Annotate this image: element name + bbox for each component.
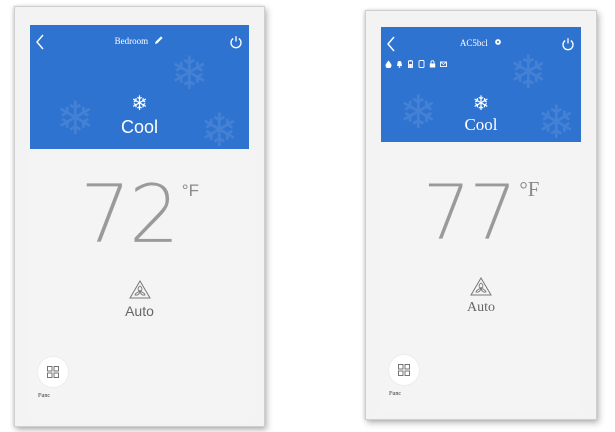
fan-icon [128,280,151,299]
bell-icon [396,55,403,68]
function-button[interactable]: Func [389,355,419,397]
battery-icon [407,55,414,68]
mode-header: ❄ ❄ ❄ Bedroom ❄ Cool [30,25,249,149]
temperature-value: 77 [422,168,517,257]
gear-icon[interactable] [494,38,502,48]
function-button-circle[interactable] [38,357,68,387]
fan-label: Auto [467,300,495,315]
phone-frame-ac5bcl: ❄ ❄ ❄ AC5bcl ❄ Cool 77 °F Auto Func [365,10,597,420]
fan-speed-control[interactable]: Auto [381,277,581,316]
status-icon-row [385,54,447,69]
edit-icon[interactable] [154,35,164,47]
device-title: Bedroom [30,35,249,47]
temperature-unit: °F [519,177,540,201]
device-name: Bedroom [114,36,149,46]
function-button-circle[interactable] [389,355,419,385]
mode-label: Cool [120,117,159,137]
phone-icon [418,55,425,68]
function-label: Func [38,393,50,399]
app-screen-bedroom: ❄ ❄ ❄ Bedroom ❄ Cool 72 °F Auto Func [30,25,249,417]
temperature-display: 77 °F [381,168,581,257]
device-name: AC5bcl [459,37,488,48]
mail-icon [440,55,447,67]
phone-frame-bedroom: ❄ ❄ ❄ Bedroom ❄ Cool 72 °F Auto Func [14,6,265,427]
temperature-display: 72 °F [30,168,249,261]
temperature-value: 72 [80,168,180,261]
grid-icon [398,364,410,376]
mode-header: ❄ ❄ ❄ AC5bcl ❄ Cool [381,27,581,142]
fan-label: Auto [125,303,154,319]
temperature-unit: °F [181,181,199,200]
lock-icon [429,55,436,68]
drop-icon [385,55,392,69]
app-screen-ac5bcl: ❄ ❄ ❄ AC5bcl ❄ Cool 77 °F Auto Func [381,27,581,411]
background-snowflake-icon: ❄ [170,47,209,99]
power-icon[interactable] [229,35,243,49]
fan-speed-control[interactable]: Auto [30,280,249,319]
grid-icon [47,366,59,378]
mode-label: Cool [464,115,498,134]
function-button[interactable]: Func [38,357,68,399]
power-icon[interactable] [561,37,575,51]
snowflake-icon: ❄ [472,93,490,115]
function-label: Func [389,391,401,397]
background-snowflake-icon: ❄ [509,46,548,98]
device-title: AC5bcl [381,37,581,48]
fan-icon [470,277,492,296]
snowflake-icon: ❄ [131,93,148,115]
